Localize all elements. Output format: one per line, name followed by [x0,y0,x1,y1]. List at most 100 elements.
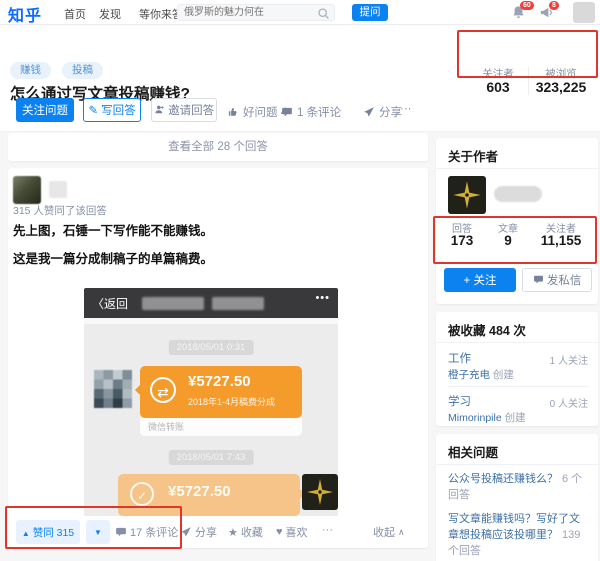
followers-value: 603 [470,79,526,95]
wechat-back-button: 〈返回 [92,295,128,312]
favorited-count: 484 [489,324,510,338]
top-navbar: 知乎 首页 发现 等你来答 提问 60 8 [0,0,600,25]
author-answers-value: 173 [438,233,486,248]
wechat-sender-avatar-pixelated [94,370,132,408]
divider [448,386,588,387]
search-input[interactable] [184,5,312,20]
transfer-check-icon: ✓ [130,482,154,506]
wechat-more-icon: ••• [315,292,330,304]
user-avatar[interactable] [573,2,595,23]
zhihu-logo[interactable]: 知乎 [8,2,42,26]
wechat-strip [84,318,338,324]
thumb-up-icon [227,106,239,118]
answer-text-line: 先上图，石锤一下写作能不能赚钱。 [13,220,213,239]
share-arrow-icon [363,106,375,118]
topic-tag[interactable]: 赚钱 [10,62,51,79]
answer-share-button[interactable]: 分享 [180,524,217,540]
view-all-answers-bar[interactable]: 查看全部 28 个回答 [8,133,428,161]
ask-question-button[interactable]: 提问 [352,4,388,21]
answer-author-avatar[interactable] [13,176,41,204]
author-name-blurred[interactable] [494,186,542,202]
pen-icon: ✎ [88,105,98,117]
search-icon [317,7,330,20]
search-box[interactable] [177,4,335,21]
question-header: 赚钱 投稿 怎么通过写文章投稿赚钱? 关注者 603 被浏览 323,225 关… [0,25,600,132]
transfer-amount: ¥5727.50 [188,373,251,390]
downvote-button[interactable]: ▼ [86,520,110,544]
collapse-caret-icon: ∧ [398,527,405,538]
collection-creator: 橙子充电 创建 [448,367,514,382]
collection-link[interactable]: 学习 [448,393,471,409]
creator-link[interactable]: Mimorinpile [448,412,502,424]
divider [436,342,598,343]
question-comment-button[interactable]: 1 条评论 [281,104,341,120]
related-questions-list: 公众号投稿还赚钱么？6 个回答 写文章能赚钱吗？写好了文章想投稿应该投哪里？13… [448,472,588,561]
wechat-timestamp: 2018/05/01 7:43 [169,450,254,465]
answer-collect-button[interactable]: ★ 收藏 [228,524,263,540]
creator-link[interactable]: 橙子充电 [448,369,490,381]
answer-more-button[interactable]: ··· [322,524,333,536]
wechat-transfer-footer: 微信转账 [140,418,302,436]
answer-upvote-note: 315 人赞同了该回答 [13,203,107,218]
collection-link[interactable]: 工作 [448,350,471,366]
follow-question-button[interactable]: 关注问题 [16,98,74,122]
answer-comments-button[interactable]: 17 条评论 [115,524,178,540]
nav-item-home[interactable]: 首页 [64,6,86,22]
star-icon: ★ [228,526,238,539]
transfer-amount: ¥5727.50 [168,483,231,500]
send-message-button[interactable]: 发私信 [522,268,592,292]
favorited-title: 被收藏 484 次 [448,320,526,339]
answer-text-line: 这是我一篇分成制稿子的单篇稿费。 [13,248,213,267]
chat-icon [533,274,544,285]
upvote-triangle-icon: ▲ [22,529,30,538]
upvote-button[interactable]: ▲ 赞同 315 [16,520,80,544]
nav-item-discover[interactable]: 发现 [99,6,121,22]
wechat-timestamp: 2018/05/01 0:31 [169,340,254,355]
author-followers-value: 11,155 [530,233,592,248]
share-arrow-icon [180,526,192,538]
topic-tag[interactable]: 投稿 [62,62,103,79]
wechat-receiver-avatar-compass [302,474,338,510]
collection-creator: Mimorinpile 创建 [448,410,526,425]
related-question-item[interactable]: 写文章能赚钱吗？写好了文章想投稿应该投哪里？139 个回答 [448,512,588,560]
author-avatar-compass[interactable] [448,176,486,214]
more-dots-icon: ··· [400,103,412,115]
wechat-transfer-bubble-received: ✓ ¥5727.50 [118,474,300,516]
bell-badge: 60 [520,1,534,10]
wechat-screenshot-image[interactable]: 〈返回 ••• 2018/05/01 0:31 ⇄ ¥5727.50 2018年… [84,288,338,516]
downvote-triangle-icon: ▼ [94,528,102,537]
comment-bubble-icon [281,106,293,118]
write-answer-button[interactable]: ✎ 写回答 [83,98,141,122]
invite-answer-button[interactable]: 邀请回答 [151,98,217,122]
follow-author-button[interactable]: + 关注 [444,268,516,292]
answer-like-button[interactable]: ♥ 喜欢 [276,524,308,540]
zhihu-question-page: 知乎 首页 发现 等你来答 提问 60 8 赚钱 投稿 怎么通过写文章投稿赚钱?… [0,0,600,561]
author-articles-value: 9 [486,233,530,248]
views-value: 323,225 [530,79,592,95]
good-question-button[interactable]: 好问题 4 [227,104,287,120]
question-more-button[interactable]: ··· [400,103,412,115]
related-questions-title: 相关问题 [448,442,498,461]
divider [436,168,598,169]
divider [436,464,598,465]
invite-person-icon [154,104,165,115]
wechat-header: 〈返回 ••• [84,288,338,318]
stats-divider [528,67,529,95]
answer-author-name-blurred[interactable] [49,181,67,198]
collapse-answer-button[interactable]: 收起 ∧ [373,524,405,540]
comment-bubble-icon [115,526,127,538]
transfer-arrows-icon: ⇄ [150,377,176,403]
message-badge: 8 [549,1,559,10]
bubble-tail [135,384,141,396]
wechat-title-blurred [142,297,204,310]
heart-icon: ♥ [276,526,283,538]
wechat-transfer-bubble: ⇄ ¥5727.50 2018年1-4月稿费分成 [140,366,302,418]
related-question-item[interactable]: 公众号投稿还赚钱么？6 个回答 [448,472,588,504]
collection-followers: 1 人关注 [520,352,588,367]
transfer-description: 2018年1-4月稿费分成 [188,395,275,408]
more-dots-icon: ··· [322,524,333,536]
question-share-button[interactable]: 分享 [363,104,402,120]
about-author-title: 关于作者 [448,146,498,165]
wechat-title-blurred [212,297,264,310]
collection-followers: 0 人关注 [520,395,588,410]
